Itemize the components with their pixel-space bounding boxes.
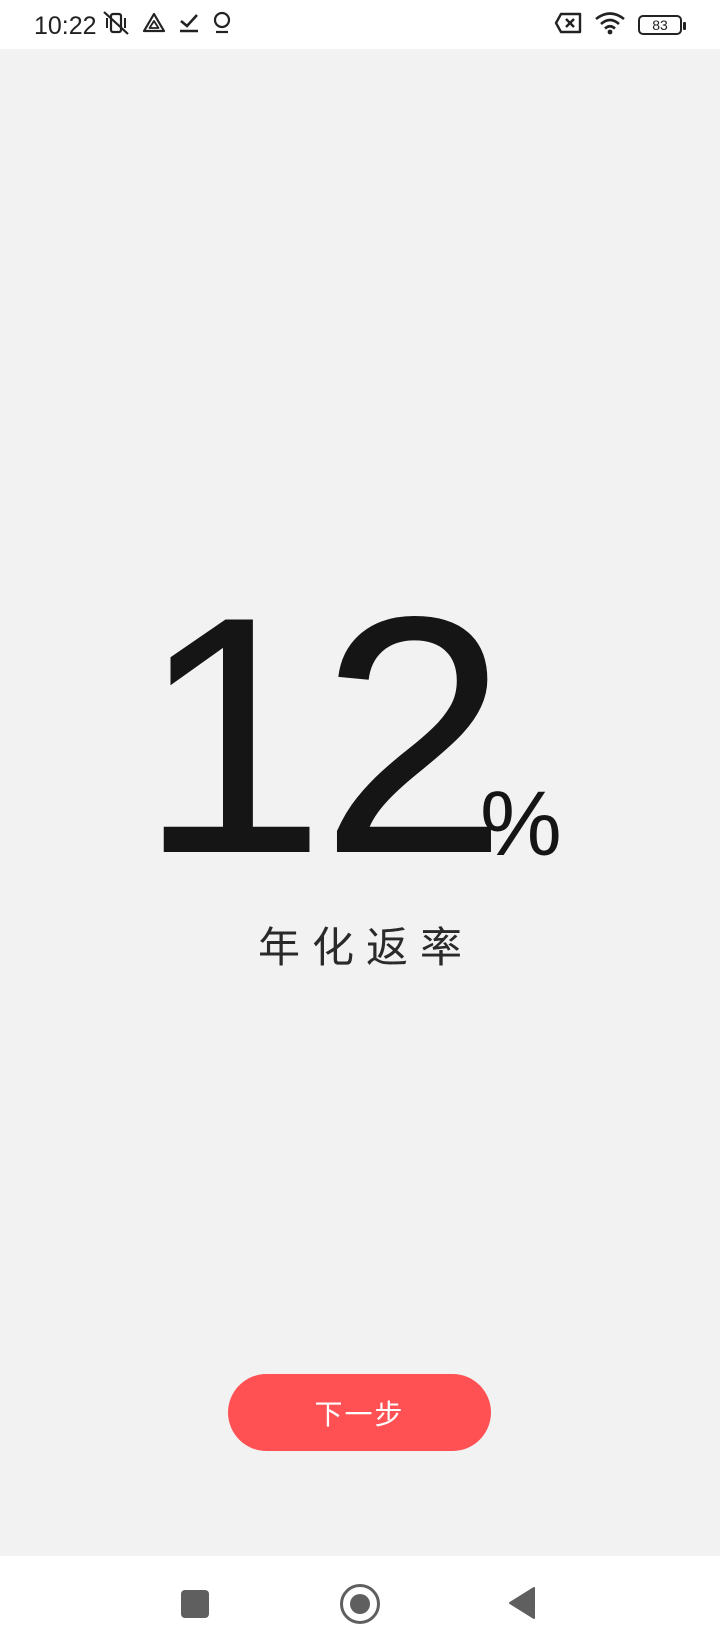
rate-unit: % (480, 773, 562, 875)
rate-value: 12 (138, 546, 508, 924)
back-button[interactable] (508, 1586, 536, 1620)
navigation-bar (0, 1556, 720, 1650)
status-time: 10:22 (34, 12, 97, 40)
location-icon (212, 11, 232, 40)
status-icons-right: 83 (554, 11, 686, 40)
status-icons-left (102, 10, 232, 41)
recents-button[interactable] (181, 1590, 209, 1618)
status-bar: 10:22 83 (0, 0, 720, 49)
back-triangle-icon (509, 1587, 535, 1619)
home-button[interactable] (340, 1584, 380, 1624)
download-done-icon (178, 12, 200, 39)
drive-icon (142, 12, 166, 39)
annual-rate-display: 12 % (0, 546, 720, 924)
battery-icon: 83 (638, 15, 686, 35)
next-step-button[interactable]: 下一步 (228, 1374, 491, 1451)
sim-disabled-icon (554, 12, 582, 39)
vibrate-off-icon (102, 10, 130, 41)
rate-label: 年化返率 (257, 923, 474, 972)
wifi-icon (594, 11, 626, 40)
